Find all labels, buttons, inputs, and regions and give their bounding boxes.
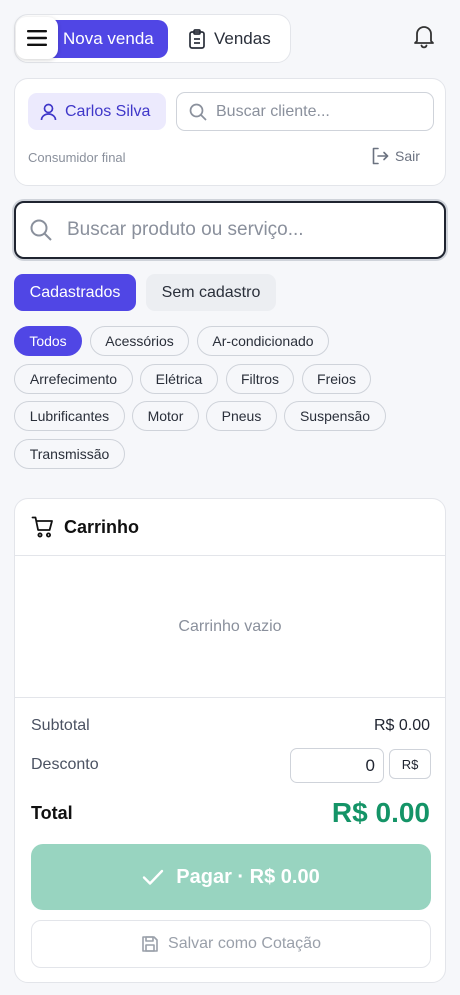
- bell-icon: [414, 26, 434, 49]
- category-chip-label: Pneus: [221, 408, 262, 424]
- segment-cadastrados[interactable]: Cadastrados: [14, 274, 136, 311]
- category-chip-label: Ar-condicionado: [212, 333, 314, 349]
- cart-title: Carrinho: [64, 516, 140, 537]
- discount-input[interactable]: 0: [290, 748, 384, 783]
- save-quote-button[interactable]: Salvar como Cotação: [31, 920, 431, 968]
- category-chip-label: Suspensão: [299, 408, 371, 424]
- tab-vendas-label: Vendas: [214, 29, 271, 48]
- search-icon: [189, 103, 207, 121]
- search-icon: [30, 219, 52, 241]
- logout-button[interactable]: Sair: [371, 147, 420, 165]
- category-chip-label: Acessórios: [105, 333, 174, 349]
- category-chip-ar-condicionado[interactable]: Ar-condicionado: [197, 326, 329, 356]
- save-quote-label: Salvar como Cotação: [168, 935, 321, 952]
- user-icon: [40, 103, 57, 120]
- pay-button-label: Pagar · R$ 0.00: [176, 865, 320, 888]
- category-chip-label: Elétrica: [155, 371, 203, 387]
- selected-client[interactable]: Carlos Silva: [28, 93, 166, 130]
- tab-nova-venda[interactable]: Nova venda: [40, 20, 168, 58]
- client-card: Carlos Silva Consumidor final Sair: [14, 78, 446, 186]
- cart-empty-message: Carrinho vazio: [15, 556, 445, 698]
- subtotal-value: R$ 0.00: [373, 717, 430, 734]
- client-search[interactable]: [176, 92, 434, 131]
- category-chip-label: Lubrificantes: [29, 408, 110, 424]
- check-icon: [143, 869, 164, 885]
- total-label: Total: [31, 803, 73, 823]
- client-search-input[interactable]: [216, 102, 416, 121]
- cart-header: Carrinho: [15, 499, 445, 556]
- client-name: Carlos Silva: [65, 102, 151, 120]
- category-chip-label: Motor: [147, 408, 184, 424]
- segment-cadastrados-label: Cadastrados: [29, 283, 121, 301]
- category-chip-transmissao[interactable]: Transmissão: [14, 439, 125, 469]
- category-chip-freios[interactable]: Freios: [302, 364, 371, 394]
- menu-icon: [27, 30, 47, 46]
- notifications-button[interactable]: [412, 23, 436, 54]
- cart-panel: Carrinho Carrinho vazio Subtotal R$ 0.00…: [14, 498, 446, 983]
- pay-button[interactable]: Pagar · R$ 0.00: [31, 844, 431, 910]
- total-value: R$ 0.00: [331, 797, 430, 828]
- subtotal-label: Subtotal: [31, 717, 90, 734]
- client-type: Consumidor final: [28, 150, 126, 165]
- category-chip-label: Todos: [29, 333, 67, 349]
- category-chip-label: Filtros: [240, 371, 280, 387]
- tab-nova-venda-label: Nova venda: [63, 29, 154, 48]
- category-chip-suspensao[interactable]: Suspensão: [284, 401, 386, 431]
- tab-vendas[interactable]: Vendas: [188, 20, 271, 58]
- shopping-cart-icon: [31, 516, 53, 538]
- category-chip-filtros[interactable]: Filtros: [226, 364, 294, 394]
- category-chip-arrefecimento[interactable]: Arrefecimento: [14, 364, 133, 394]
- logout-icon: [372, 147, 389, 165]
- product-search-input[interactable]: [67, 219, 427, 241]
- category-chip-label: Transmissão: [29, 446, 110, 462]
- category-chip-pneus[interactable]: Pneus: [206, 401, 277, 431]
- category-chip-label: Arrefecimento: [29, 371, 118, 387]
- category-chip-label: Freios: [317, 371, 356, 387]
- segment-sem-cadastro-label: Sem cadastro: [161, 283, 261, 301]
- category-chip-eletrica[interactable]: Elétrica: [140, 364, 218, 394]
- discount-label: Desconto: [31, 756, 99, 773]
- discount-currency-toggle[interactable]: R$: [389, 749, 431, 779]
- menu-button[interactable]: [16, 17, 58, 59]
- category-chip-todos[interactable]: Todos: [14, 326, 82, 356]
- save-icon: [142, 936, 158, 952]
- logout-label: Sair: [395, 148, 420, 164]
- clipboard-icon: [189, 29, 205, 49]
- category-chip-lubrificantes[interactable]: Lubrificantes: [14, 401, 125, 431]
- category-chip-acessorios[interactable]: Acessórios: [90, 326, 189, 356]
- category-chip-motor[interactable]: Motor: [132, 401, 199, 431]
- segment-sem-cadastro[interactable]: Sem cadastro: [146, 274, 276, 311]
- product-search[interactable]: [14, 201, 446, 259]
